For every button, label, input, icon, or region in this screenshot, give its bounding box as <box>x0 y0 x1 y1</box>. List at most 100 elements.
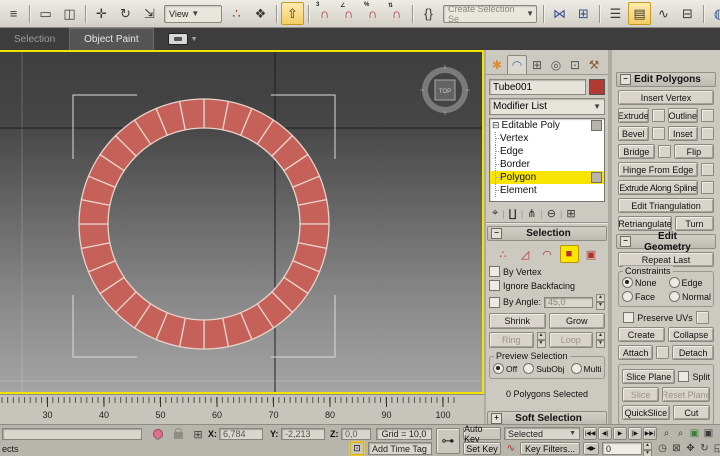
ribbon-tab-object-paint[interactable]: Object Paint <box>69 28 153 50</box>
preserve-uvs-settings-icon[interactable] <box>696 311 709 324</box>
preview-off-radio[interactable] <box>493 363 504 374</box>
spinner-snap-icon[interactable]: ∩⇅ <box>385 2 408 25</box>
shrink-button[interactable]: Shrink <box>489 313 546 329</box>
status-line-field[interactable] <box>2 428 142 440</box>
set-key-button[interactable]: Set Key <box>463 442 501 455</box>
inset-button[interactable]: Inset <box>668 126 699 141</box>
outline-button[interactable]: Outline <box>668 108 699 123</box>
bevel-button[interactable]: Bevel <box>618 126 649 141</box>
time-configuration-icon[interactable]: ◷ <box>656 442 669 455</box>
constraint-none-radio[interactable] <box>622 277 633 288</box>
next-frame-button[interactable]: |▶ <box>628 427 642 440</box>
select-and-scale-icon[interactable]: ⇲ <box>138 2 161 25</box>
attach-settings-icon[interactable] <box>656 346 669 359</box>
extrude-settings-icon[interactable] <box>652 109 665 122</box>
object-color-swatch[interactable] <box>589 79 605 95</box>
remove-modifier-icon[interactable]: ⊖ <box>547 207 556 220</box>
status-lightbulb-icon[interactable] <box>150 427 166 441</box>
bridge-settings-icon[interactable] <box>658 145 671 158</box>
show-end-result-icon[interactable]: ∐ <box>509 207 517 220</box>
key-mode-toggle[interactable]: ◀▶ <box>583 442 599 455</box>
select-and-move-icon[interactable]: ✛ <box>90 2 113 25</box>
curve-editor-icon[interactable]: ∿ <box>652 2 675 25</box>
repeat-last-button[interactable]: Repeat Last <box>618 252 714 267</box>
split-checkbox[interactable] <box>678 371 689 382</box>
polygon-subobject-icon[interactable]: ■ <box>560 245 579 263</box>
x-coordinate-field[interactable]: 6,784 <box>219 428 263 440</box>
stack-item-border[interactable]: Border <box>490 158 604 171</box>
zoom-icon[interactable]: ⌕ <box>660 427 673 440</box>
align-icon[interactable]: ⊞ <box>572 2 595 25</box>
quickslice-button[interactable]: QuickSlice <box>622 405 670 420</box>
edit-geometry-header[interactable]: − Edit Geometry <box>616 234 716 249</box>
percent-snap-icon[interactable]: ∩% <box>361 2 384 25</box>
attach-button[interactable]: Attach <box>618 345 653 360</box>
z-coordinate-field[interactable]: 0,0 <box>341 428 371 440</box>
display-tab[interactable]: ⊡ <box>566 56 584 74</box>
tube-object[interactable] <box>79 99 329 349</box>
selection-set-dropdown[interactable]: Selected ▼ <box>504 427 580 440</box>
reference-coordinate-dropdown[interactable]: View▼ <box>164 5 222 23</box>
mirror-icon[interactable]: ⋈ <box>548 2 571 25</box>
snap-toggle-3d-icon[interactable]: ∩3 <box>313 2 336 25</box>
motion-tab[interactable]: ◎ <box>547 56 565 74</box>
selection-lock-icon[interactable] <box>170 426 186 440</box>
stack-item-element[interactable]: Element <box>490 184 604 197</box>
extrude-button[interactable]: Extrude <box>618 108 649 123</box>
object-name-field[interactable]: Tube001 <box>489 79 586 95</box>
constraint-edge-radio[interactable] <box>669 277 680 288</box>
edge-subobject-icon[interactable]: ◿ <box>516 245 535 263</box>
by-angle-field[interactable]: 45,0 <box>544 297 593 308</box>
auto-key-button[interactable]: Auto Key <box>463 427 501 440</box>
play-button[interactable]: ▶ <box>613 427 627 440</box>
view-compass[interactable]: TOP <box>419 64 471 116</box>
ignore-backfacing-checkbox[interactable] <box>489 280 500 291</box>
by-angle-spinner[interactable]: ▲▼ <box>596 294 605 310</box>
pin-stack-icon[interactable]: ⌖ <box>492 207 498 220</box>
track-bar[interactable]: 30405060708090100 <box>0 394 484 425</box>
stack-item-editable-poly[interactable]: ⊟Editable Poly <box>490 119 604 132</box>
element-subobject-icon[interactable]: ▣ <box>582 245 601 263</box>
named-selection-sets-dropdown[interactable]: Create Selection Se▼ <box>443 5 537 23</box>
selection-rollout-header[interactable]: − Selection <box>487 226 607 241</box>
material-editor-icon[interactable]: ◍ <box>708 2 720 25</box>
configure-modifier-sets-icon[interactable]: ⊞ <box>566 207 575 220</box>
constraint-normal-radio[interactable] <box>669 291 680 302</box>
slice-plane-button[interactable]: Slice Plane <box>622 369 675 384</box>
turn-button[interactable]: Turn <box>675 216 714 231</box>
cut-button[interactable]: Cut <box>673 405 710 420</box>
preserve-uvs-checkbox[interactable] <box>623 312 634 323</box>
viewport-top[interactable]: TOP <box>0 50 484 394</box>
stack-item-edge[interactable]: Edge <box>490 145 604 158</box>
insert-vertex-button[interactable]: Insert Vertex <box>618 90 714 105</box>
stack-item-vertex[interactable]: Vertex <box>490 132 604 145</box>
by-angle-checkbox[interactable] <box>489 297 500 308</box>
absolute-offset-mode-icon[interactable]: ⊞ <box>190 427 206 441</box>
window-crossing-toggle-icon[interactable]: ◫ <box>58 2 81 25</box>
current-frame-field[interactable]: 0 <box>602 442 642 455</box>
ribbon-display-options-button[interactable]: ▼ <box>168 28 198 50</box>
hinge-from-edge-button[interactable]: Hinge From Edge <box>618 162 698 177</box>
bridge-button[interactable]: Bridge <box>618 144 655 159</box>
loop-button[interactable]: Loop <box>549 332 594 348</box>
create-tab[interactable]: ✱ <box>488 56 506 74</box>
layer-explorer-icon[interactable]: ▤ <box>628 2 651 25</box>
select-by-name-icon[interactable]: ≡ <box>2 2 25 25</box>
frame-spinner[interactable]: ▲▼ <box>643 442 652 456</box>
new-key-default-in-out-tangents-icon[interactable]: ∿ <box>504 442 518 455</box>
go-to-start-button[interactable]: |◀◀ <box>583 427 597 440</box>
flip-button[interactable]: Flip <box>674 144 714 159</box>
loop-spinner[interactable]: ▲▼ <box>596 332 605 348</box>
go-to-end-button[interactable]: ▶▶| <box>643 427 657 440</box>
set-keys-button[interactable]: ⊶ <box>436 428 460 454</box>
edit-polygons-header[interactable]: − Edit Polygons <box>616 72 716 87</box>
vertex-subobject-icon[interactable]: ∴ <box>494 245 513 263</box>
retriangulate-button[interactable]: Retriangulate <box>618 216 672 231</box>
select-and-manipulate-icon[interactable]: ❖ <box>249 2 272 25</box>
detach-button[interactable]: Detach <box>672 345 714 360</box>
orbit-icon[interactable]: ↻ <box>698 442 711 455</box>
inset-settings-icon[interactable] <box>701 127 714 140</box>
utilities-tab[interactable]: ⚒ <box>585 56 603 74</box>
slice-button[interactable]: Slice <box>622 387 659 402</box>
ring-spinner[interactable]: ▲▼ <box>537 332 546 348</box>
